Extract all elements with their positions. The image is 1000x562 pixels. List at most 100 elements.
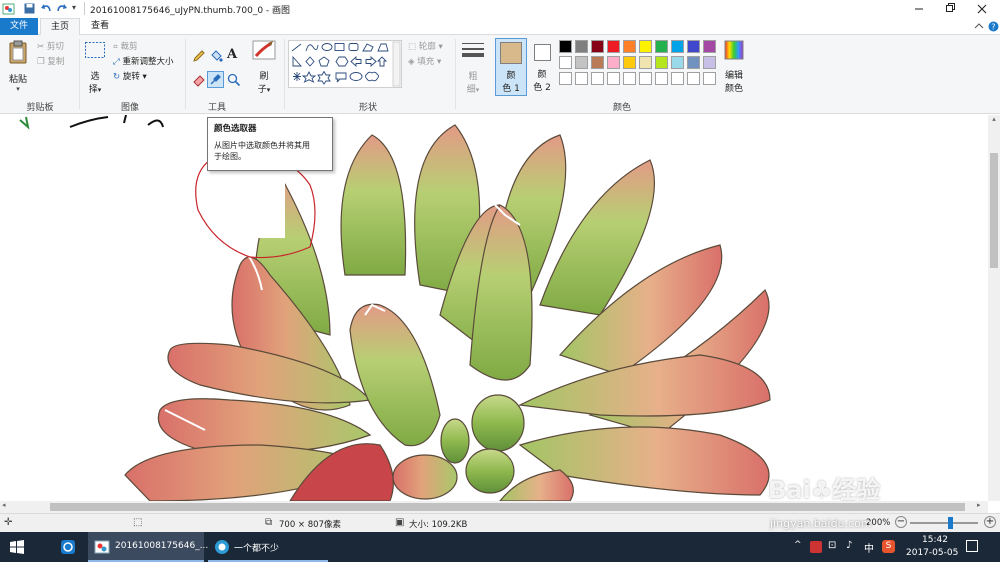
tray-app-icon[interactable] bbox=[810, 541, 822, 553]
palette-swatch[interactable] bbox=[623, 72, 636, 85]
palette-swatch[interactable] bbox=[655, 56, 668, 69]
palette-swatch[interactable] bbox=[591, 56, 604, 69]
group-label-shapes: 形状 bbox=[358, 103, 377, 113]
palette-swatch[interactable] bbox=[575, 40, 588, 53]
cut-button[interactable]: ✂ 剪切 bbox=[37, 41, 64, 53]
volume-icon[interactable]: ♪ bbox=[846, 540, 852, 551]
palette-swatch[interactable] bbox=[639, 56, 652, 69]
outline-button[interactable]: ⬚ 轮廓 ▾ bbox=[408, 41, 443, 53]
ribbon-collapse-icon[interactable] bbox=[974, 22, 984, 30]
group-separator bbox=[185, 39, 186, 109]
rotate-button[interactable]: ↻ 旋转 ▾ bbox=[113, 71, 147, 83]
clock-time[interactable]: 15:42 bbox=[922, 535, 948, 545]
fill-bucket-icon[interactable] bbox=[209, 49, 223, 63]
edit-colors-button[interactable]: 编辑 颜色 bbox=[722, 39, 746, 95]
windows-start-icon[interactable] bbox=[10, 540, 24, 554]
ime-indicator[interactable]: 中 bbox=[864, 540, 874, 555]
help-icon[interactable]: ? bbox=[988, 21, 999, 32]
text-tool-icon[interactable]: A bbox=[227, 47, 237, 62]
scroll-up-arrow[interactable]: ▴ bbox=[988, 115, 1000, 127]
color-picker-icon[interactable] bbox=[207, 71, 224, 88]
resize-button[interactable]: ⤢ 重新调整大小 bbox=[113, 56, 174, 68]
palette-swatch[interactable] bbox=[623, 40, 636, 53]
taskbar-app-second[interactable]: 一个都不少 bbox=[208, 532, 328, 562]
qat-customize-button[interactable]: ▾ bbox=[72, 3, 76, 12]
close-button[interactable] bbox=[964, 0, 1000, 18]
paste-button[interactable]: 粘贴 ▾ bbox=[4, 39, 32, 95]
network-icon[interactable]: ⊡ bbox=[828, 540, 836, 551]
sogou-input-icon[interactable]: S bbox=[882, 540, 895, 553]
palette-swatch[interactable] bbox=[687, 40, 700, 53]
select-button[interactable]: 选 择▾ bbox=[83, 39, 107, 95]
palette-swatch[interactable] bbox=[703, 56, 716, 69]
windows-taskbar: 20161008175646_... 一个都不少 ^ ⊡ ♪ 中 S 15:42… bbox=[0, 517, 1000, 562]
cortana-icon[interactable] bbox=[60, 539, 76, 555]
palette-swatch[interactable] bbox=[559, 40, 572, 53]
crop-button[interactable]: ⌗ 裁剪 bbox=[113, 41, 138, 53]
palette-swatch[interactable] bbox=[687, 56, 700, 69]
shapes-gallery[interactable] bbox=[288, 40, 402, 88]
image-dimensions-icon: ⧉ bbox=[265, 517, 273, 528]
magnifier-icon[interactable] bbox=[227, 73, 241, 87]
palette-swatch[interactable] bbox=[607, 40, 620, 53]
palette-swatch[interactable] bbox=[575, 72, 588, 85]
drawing-canvas[interactable]: Bai♣经验 bbox=[0, 115, 988, 501]
brushes-button[interactable]: 刷 子▾ bbox=[250, 39, 278, 95]
palette-swatch[interactable] bbox=[655, 40, 668, 53]
tab-view[interactable]: 查看 bbox=[82, 18, 118, 35]
paint-app-icon[interactable] bbox=[2, 3, 15, 15]
palette-swatch[interactable] bbox=[655, 72, 668, 85]
pencil-icon[interactable] bbox=[192, 49, 206, 63]
palette-swatch[interactable] bbox=[671, 40, 684, 53]
vertical-scroll-thumb[interactable] bbox=[990, 153, 998, 268]
scissors-icon: ✂ bbox=[37, 42, 47, 52]
select-label-1: 选 bbox=[90, 72, 100, 82]
tab-home[interactable]: 主页 bbox=[40, 18, 80, 36]
palette-swatch[interactable] bbox=[591, 72, 604, 85]
palette-swatch[interactable] bbox=[559, 56, 572, 69]
color2-button[interactable]: 颜 色 2 bbox=[528, 38, 556, 96]
group-separator bbox=[455, 39, 456, 109]
redo-icon[interactable] bbox=[56, 3, 68, 14]
fill-button[interactable]: ◈ 填充 ▾ bbox=[408, 56, 441, 68]
clock-date[interactable]: 2017-05-05 bbox=[906, 548, 958, 558]
palette-swatch[interactable] bbox=[559, 72, 572, 85]
color1-button[interactable]: 颜 色 1 bbox=[495, 38, 527, 96]
scroll-left-arrow[interactable]: ◂ bbox=[2, 501, 6, 509]
scroll-right-arrow[interactable]: ▸ bbox=[977, 501, 981, 509]
save-icon[interactable] bbox=[24, 3, 35, 14]
zoom-in-button[interactable]: + bbox=[984, 516, 996, 528]
size-button[interactable]: 粗 细▾ bbox=[459, 39, 487, 95]
palette-swatch[interactable] bbox=[671, 56, 684, 69]
palette-swatch[interactable] bbox=[703, 40, 716, 53]
taskbar-app-paint[interactable]: 20161008175646_... bbox=[88, 532, 208, 562]
palette-swatch[interactable] bbox=[623, 56, 636, 69]
palette-swatch[interactable] bbox=[703, 72, 716, 85]
undo-icon[interactable] bbox=[40, 3, 52, 14]
palette-swatch[interactable] bbox=[575, 56, 588, 69]
palette-swatch[interactable] bbox=[639, 72, 652, 85]
notification-center-icon[interactable] bbox=[966, 540, 978, 552]
horizontal-scroll-thumb[interactable] bbox=[50, 503, 965, 511]
palette-swatch[interactable] bbox=[607, 72, 620, 85]
zoom-slider-thumb[interactable] bbox=[947, 517, 953, 529]
tray-expand-icon[interactable]: ^ bbox=[794, 540, 802, 550]
tooltip-body-2: 于绘图。 bbox=[214, 152, 246, 161]
zoom-out-button[interactable]: − bbox=[895, 516, 907, 528]
eraser-icon[interactable] bbox=[192, 73, 206, 87]
palette-swatch[interactable] bbox=[591, 40, 604, 53]
palette-swatch[interactable] bbox=[687, 72, 700, 85]
tab-file[interactable]: 文件 bbox=[0, 18, 38, 35]
palette-swatch[interactable] bbox=[671, 72, 684, 85]
horizontal-scrollbar[interactable]: ◂ ▸ bbox=[0, 501, 988, 513]
maximize-button[interactable] bbox=[934, 0, 964, 18]
vertical-scrollbar[interactable]: ▴ bbox=[988, 115, 1000, 501]
palette-swatch[interactable] bbox=[607, 56, 620, 69]
minimize-button[interactable] bbox=[904, 0, 934, 18]
zoom-slider-track[interactable] bbox=[910, 522, 978, 524]
ribbon: 粘贴 ▾ ✂ 剪切 ❐ 复制 剪贴板 选 择▾ ⌗ 裁剪 ⤢ 重新调整大小 ↻ … bbox=[0, 35, 1000, 114]
brushes-dropdown-icon: ▾ bbox=[266, 86, 271, 94]
copy-button[interactable]: ❐ 复制 bbox=[37, 56, 64, 68]
group-separator bbox=[79, 39, 80, 109]
palette-swatch[interactable] bbox=[639, 40, 652, 53]
